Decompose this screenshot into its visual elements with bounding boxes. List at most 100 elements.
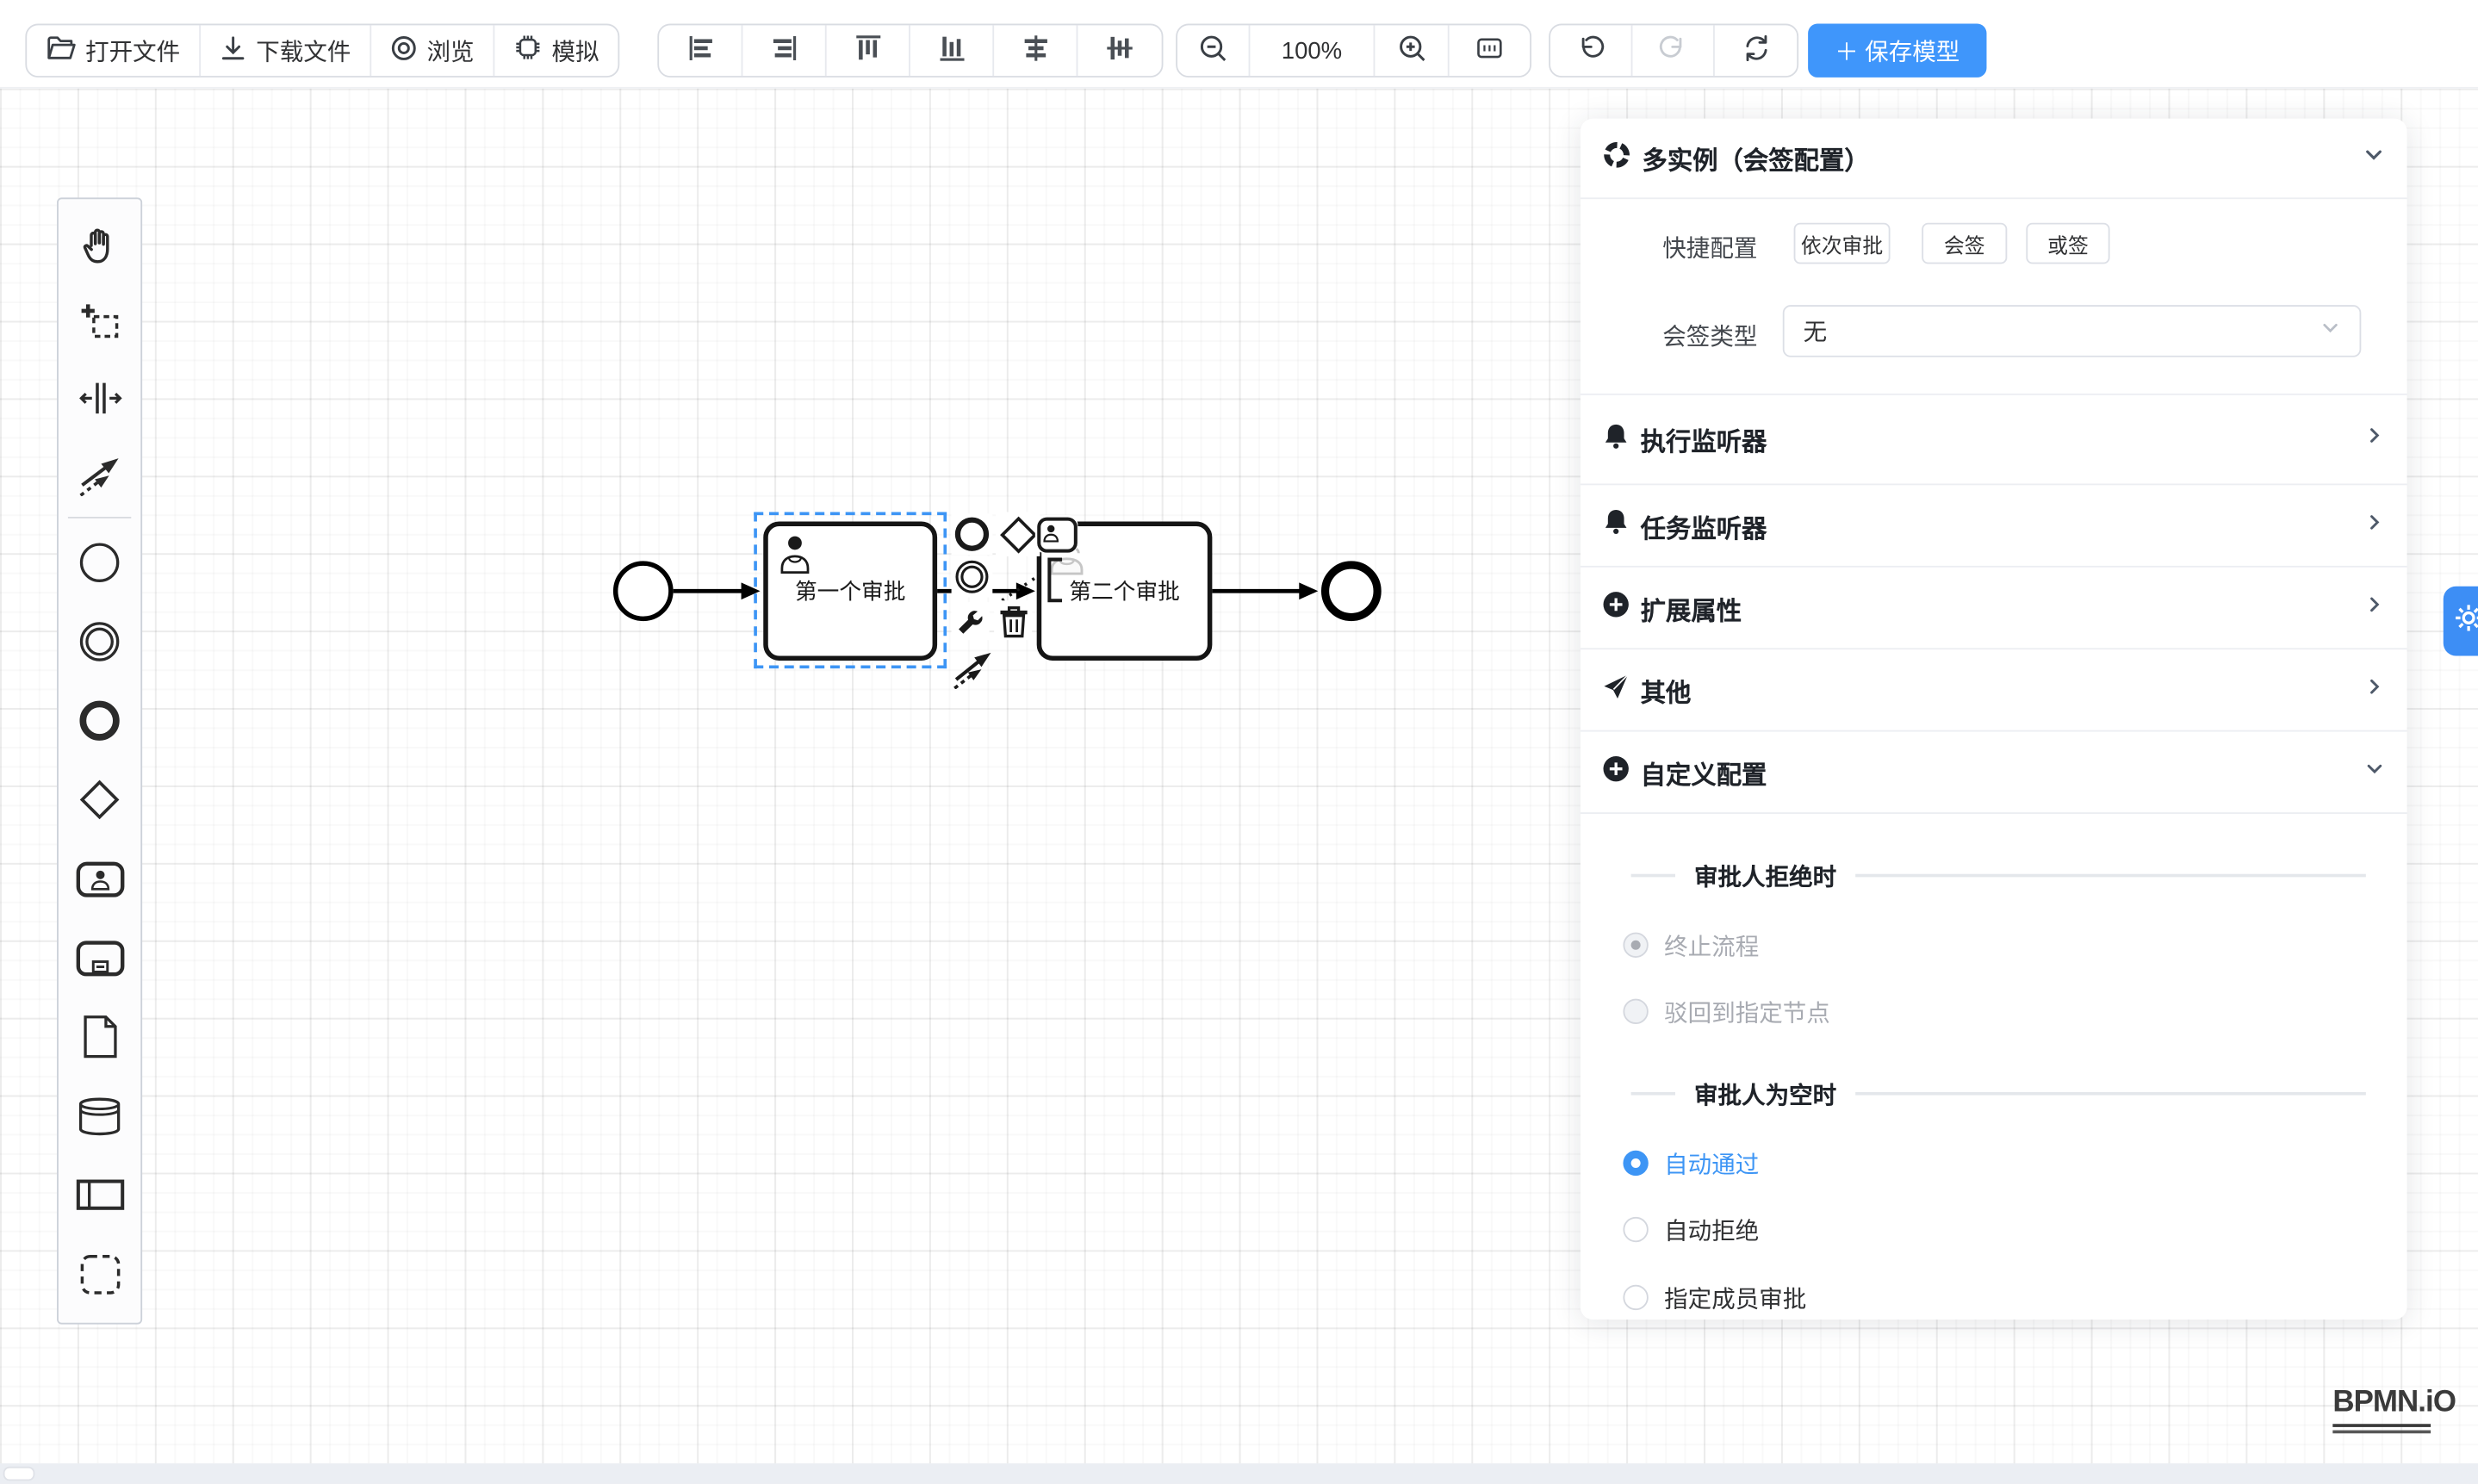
reject-group-divider: 审批人拒绝时 [1631,863,2366,888]
radio-terminate-process[interactable]: 终止流程 [1623,926,1759,964]
chip-icon [513,34,542,68]
undo-button[interactable] [1550,25,1632,76]
align-center-icon [1019,31,1053,71]
download-file-label: 下载文件 [256,34,351,67]
align-right-button[interactable] [742,25,826,76]
palette-intermediate-event[interactable] [59,602,140,681]
radio-label: 自动拒绝 [1664,1213,1759,1246]
radio-label: 终止流程 [1664,928,1759,962]
align-top-icon [851,31,885,71]
align-middle-button[interactable] [1078,25,1161,76]
simulate-button[interactable]: 模拟 [494,25,618,76]
quick-option-orsign[interactable]: 或签 [2026,223,2109,264]
palette-subprocess[interactable] [59,918,140,997]
properties-panel: 多实例（会签配置） 快捷配置 依次审批 会签 或签 会签类型 无 执行监听器 任… [1581,119,2407,1320]
zoom-in-button[interactable] [1375,25,1449,76]
radio-icon [1623,1285,1648,1310]
history-group [1549,24,1798,78]
chevron-right-icon [2364,512,2385,540]
undo-icon [1575,33,1605,69]
sign-type-select[interactable]: 无 [1783,305,2362,357]
append-end-event-icon[interactable] [952,513,993,555]
panel-header[interactable]: 多实例（会签配置） [1581,119,2407,200]
zoom-level[interactable]: 100% [1250,25,1375,76]
radio-auto-reject[interactable]: 自动拒绝 [1623,1211,1759,1249]
radio-auto-pass[interactable]: 自动通过 [1623,1144,1759,1182]
zoom-in-icon [1396,33,1426,69]
save-model-label: 保存模型 [1865,34,1959,67]
simulate-label: 模拟 [551,34,599,67]
palette-participant[interactable] [59,1155,140,1234]
zoom-out-button[interactable] [1177,25,1250,76]
task-node-1[interactable]: 第一个审批 [763,522,937,661]
append-gateway-icon[interactable] [996,512,1040,556]
palette-user-task[interactable] [59,839,140,918]
wrench-icon[interactable] [952,602,990,640]
align-top-button[interactable] [827,25,910,76]
align-bottom-button[interactable] [910,25,994,76]
plus-icon: ＋ [1835,34,1859,67]
section-label: 自定义配置 [1641,753,2364,791]
end-event-node[interactable] [1321,561,1382,621]
section-execution-listener[interactable]: 执行监听器 [1581,394,2407,485]
section-extension-properties[interactable]: 扩展属性 [1581,568,2407,649]
open-file-button[interactable]: 打开文件 [27,25,201,76]
space-tool[interactable] [59,360,140,436]
settings-tab[interactable] [2444,587,2478,656]
palette-start-event[interactable] [59,523,140,602]
lasso-tool[interactable] [59,284,140,360]
palette [57,197,142,1324]
save-model-button[interactable]: ＋ 保存模型 [1808,24,1986,78]
quick-option-countersign[interactable]: 会签 [1922,223,2007,264]
zoom-level-value: 100% [1282,37,1342,64]
horizontal-scrollbar [0,1463,2478,1484]
quick-option-sequential[interactable]: 依次审批 [1794,223,1891,264]
section-other[interactable]: 其他 [1581,649,2407,731]
start-event-node[interactable] [613,561,674,621]
global-connect-tool[interactable] [59,436,140,512]
bpmn-io-logo[interactable]: BPMN.iO [2332,1386,2456,1432]
section-label: 执行监听器 [1641,420,2364,458]
sign-type-value: 无 [1804,314,2320,348]
open-file-label: 打开文件 [85,34,180,67]
append-task-icon[interactable] [1035,515,1078,553]
append-intermediate-event-icon[interactable] [952,556,993,598]
chevron-right-icon [2364,675,2385,704]
align-bottom-icon [935,31,968,71]
task-label: 第一个审批 [795,575,905,607]
section-custom-config[interactable]: 自定义配置 [1581,732,2407,814]
align-left-button[interactable] [659,25,742,76]
chevron-down-icon [2364,758,2385,786]
palette-data-store[interactable] [59,1077,140,1156]
radio-label: 驳回到指定节点 [1664,995,1830,1028]
trash-icon[interactable] [994,600,1032,640]
app: 第一个审批 [0,0,2478,1484]
open-folder-icon [46,34,76,67]
text-annotation-icon[interactable] [999,556,1081,604]
download-file-button[interactable]: 下载文件 [201,25,371,76]
scrollbar-thumb[interactable] [3,1467,35,1481]
radio-assign-member[interactable]: 指定成员审批 [1623,1278,1806,1316]
multi-instance-icon [1603,140,1631,176]
section-label: 扩展属性 [1641,589,2364,627]
radio-label: 指定成员审批 [1664,1281,1806,1314]
palette-data-object[interactable] [59,997,140,1077]
section-task-listener[interactable]: 任务监听器 [1581,485,2407,567]
reset-button[interactable] [1715,25,1797,76]
fit-viewport-button[interactable] [1450,25,1531,76]
align-middle-icon [1103,31,1137,71]
align-right-icon [767,31,801,71]
align-center-button[interactable] [994,25,1078,76]
radio-icon [1623,999,1648,1024]
palette-group[interactable] [59,1234,140,1313]
context-pad [952,512,1088,690]
chevron-down-icon [2320,318,2341,345]
palette-gateway[interactable] [59,761,140,840]
radio-return-to-node[interactable]: 驳回到指定节点 [1623,992,1829,1030]
hand-tool[interactable] [59,208,140,284]
redo-button[interactable] [1632,25,1714,76]
connect-icon[interactable] [952,642,996,689]
empty-group-title: 审批人为空时 [1694,1077,1836,1110]
preview-button[interactable]: 浏览 [371,25,494,76]
palette-end-event[interactable] [59,681,140,761]
